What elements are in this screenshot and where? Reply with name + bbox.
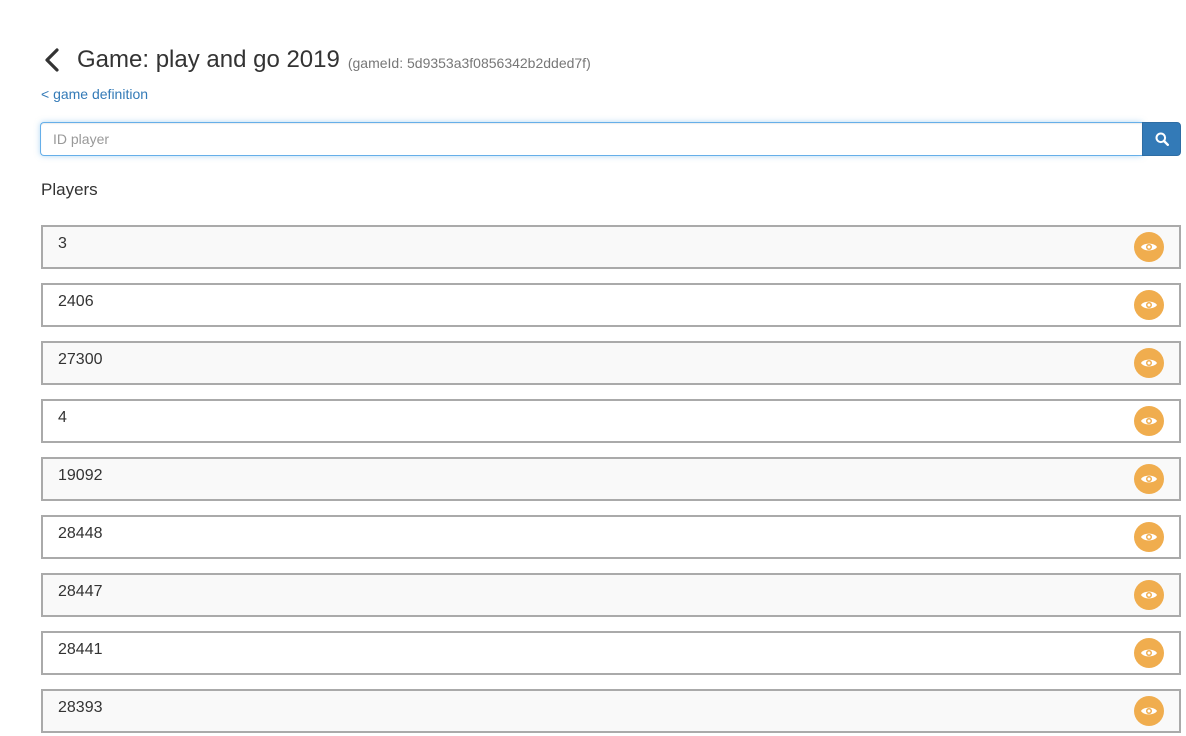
players-list: 3 2406 27300 4 19092 28448 28447 28441 28393 [41,225,1181,736]
page: Game: play and go 2019 (gameId: 5d9353a3… [0,0,1186,736]
player-row: 28441 [41,631,1181,675]
view-player-button[interactable] [1134,522,1164,552]
game-definition-link[interactable]: < game definition [41,86,148,102]
eye-icon [1141,707,1157,715]
page-header: Game: play and go 2019 (gameId: 5d9353a3… [41,44,591,76]
eye-icon [1141,417,1157,425]
search-button[interactable] [1142,122,1181,156]
chevron-left-icon [45,48,59,72]
view-player-button[interactable] [1134,580,1164,610]
player-row: 4 [41,399,1181,443]
view-player-button[interactable] [1134,696,1164,726]
view-player-button[interactable] [1134,638,1164,668]
players-heading: Players [41,180,98,199]
eye-icon [1141,533,1157,541]
player-id: 19092 [58,467,103,484]
player-id: 27300 [58,351,103,368]
player-id: 28447 [58,583,103,600]
back-button[interactable] [41,44,63,76]
page-title: Game: play and go 2019 [77,46,340,73]
game-id-label: (gameId: 5d9353a3f0856342b2dded7f) [347,55,591,71]
player-search [40,122,1181,156]
view-player-button[interactable] [1134,464,1164,494]
player-row: 28393 [41,689,1181,733]
eye-icon [1141,301,1157,309]
player-id: 28441 [58,641,103,658]
eye-icon [1141,591,1157,599]
player-row: 3 [41,225,1181,269]
search-icon [1155,132,1169,146]
player-id: 2406 [58,293,94,310]
player-row: 28448 [41,515,1181,559]
player-id-search-input[interactable] [40,122,1142,156]
player-row: 2406 [41,283,1181,327]
eye-icon [1141,359,1157,367]
player-row: 19092 [41,457,1181,501]
player-id: 4 [58,409,67,426]
player-id: 28448 [58,525,103,542]
view-player-button[interactable] [1134,232,1164,262]
eye-icon [1141,243,1157,251]
player-id: 3 [58,235,67,252]
player-id: 28393 [58,699,103,716]
eye-icon [1141,475,1157,483]
view-player-button[interactable] [1134,348,1164,378]
view-player-button[interactable] [1134,406,1164,436]
player-row: 27300 [41,341,1181,385]
player-row: 28447 [41,573,1181,617]
eye-icon [1141,649,1157,657]
view-player-button[interactable] [1134,290,1164,320]
